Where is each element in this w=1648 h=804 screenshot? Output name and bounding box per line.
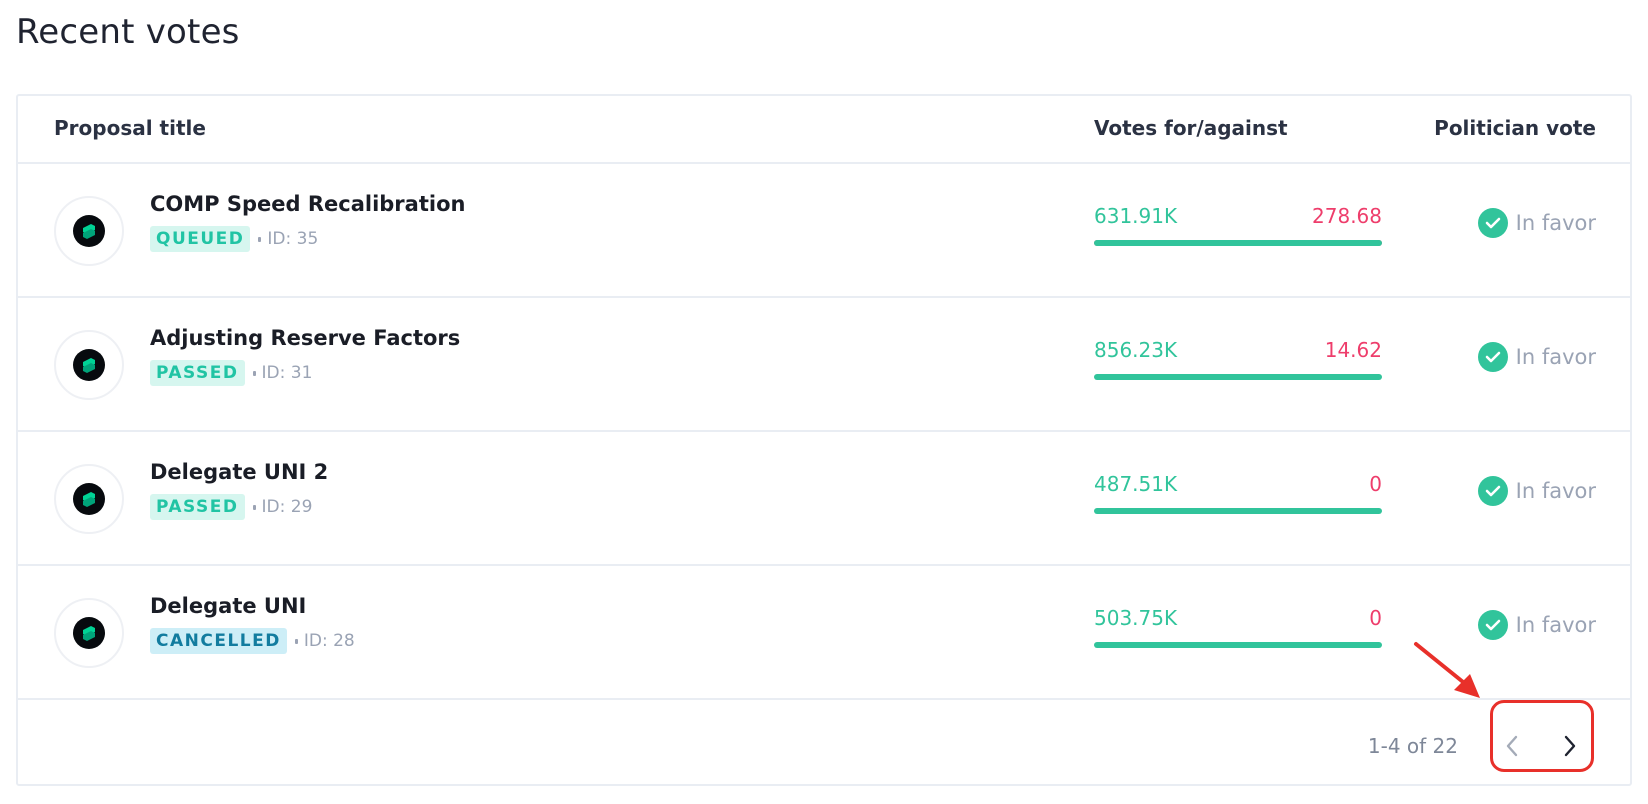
votes-against: 14.62 bbox=[1324, 338, 1382, 362]
separator-dot bbox=[258, 236, 262, 242]
proposal-id: ID: 29 bbox=[261, 497, 313, 517]
separator-dot bbox=[294, 638, 298, 644]
page-title: Recent votes bbox=[16, 12, 240, 52]
annotation-arrow bbox=[1414, 642, 1480, 698]
table-row[interactable]: Adjusting Reserve Factors PASSED ID: 31 … bbox=[18, 298, 1630, 432]
politician-vote-label: In favor bbox=[1515, 211, 1596, 235]
votes-for: 856.23K bbox=[1094, 338, 1178, 362]
separator-dot bbox=[252, 370, 256, 376]
votes-for: 631.91K bbox=[1094, 204, 1178, 228]
compound-logo-icon bbox=[73, 617, 105, 649]
status-badge: CANCELLED bbox=[150, 628, 287, 654]
check-circle-icon bbox=[1477, 610, 1508, 640]
check-circle-icon bbox=[1477, 342, 1508, 372]
votes-against: 0 bbox=[1369, 606, 1382, 630]
compound-logo-icon bbox=[73, 483, 105, 515]
compound-logo-icon bbox=[73, 215, 105, 247]
votes-against: 278.68 bbox=[1312, 204, 1382, 228]
separator-dot bbox=[252, 504, 256, 510]
votes-for-against: 503.75K 0 bbox=[1094, 606, 1382, 648]
politician-vote-label: In favor bbox=[1515, 479, 1596, 503]
status-badge: PASSED bbox=[150, 494, 245, 520]
votes-bar bbox=[1094, 240, 1382, 246]
table-row[interactable]: Delegate UNI CANCELLED ID: 28 503.75K 0 … bbox=[18, 566, 1630, 700]
proposal-id: ID: 28 bbox=[303, 631, 355, 651]
votes-for-against: 487.51K 0 bbox=[1094, 472, 1382, 514]
check-circle-icon bbox=[1477, 208, 1508, 238]
avatar bbox=[54, 196, 124, 266]
votes-bar bbox=[1094, 508, 1382, 514]
votes-against: 0 bbox=[1369, 472, 1382, 496]
votes-for: 503.75K bbox=[1094, 606, 1178, 630]
politician-vote-label: In favor bbox=[1515, 613, 1596, 637]
votes-bar-fill bbox=[1094, 240, 1382, 246]
votes-bar bbox=[1094, 374, 1382, 380]
pagination-range: 1-4 of 22 bbox=[1367, 734, 1458, 758]
avatar bbox=[54, 330, 124, 400]
politician-vote: In favor bbox=[1477, 342, 1596, 372]
proposal-title[interactable]: Delegate UNI bbox=[150, 594, 306, 618]
votes-bar-fill bbox=[1094, 374, 1382, 380]
table-header: Proposal title Votes for/against Politic… bbox=[18, 96, 1630, 164]
proposal-title[interactable]: COMP Speed Recalibration bbox=[150, 192, 465, 216]
votes-for-against: 631.91K 278.68 bbox=[1094, 204, 1382, 246]
votes-bar bbox=[1094, 642, 1382, 648]
avatar bbox=[54, 598, 124, 668]
header-politician-vote: Politician vote bbox=[1434, 116, 1596, 140]
politician-vote: In favor bbox=[1477, 610, 1596, 640]
votes-for-against: 856.23K 14.62 bbox=[1094, 338, 1382, 380]
table-row[interactable]: COMP Speed Recalibration QUEUED ID: 35 6… bbox=[18, 164, 1630, 298]
avatar bbox=[54, 464, 124, 534]
votes-for: 487.51K bbox=[1094, 472, 1178, 496]
header-votes: Votes for/against bbox=[1094, 116, 1288, 140]
votes-bar-fill bbox=[1094, 508, 1382, 514]
votes-bar-fill bbox=[1094, 642, 1382, 648]
compound-logo-icon bbox=[73, 349, 105, 381]
pagination-highlight bbox=[1490, 700, 1594, 772]
table-row[interactable]: Delegate UNI 2 PASSED ID: 29 487.51K 0 I… bbox=[18, 432, 1630, 566]
proposal-title[interactable]: Adjusting Reserve Factors bbox=[150, 326, 460, 350]
politician-vote-label: In favor bbox=[1515, 345, 1596, 369]
proposal-id: ID: 35 bbox=[267, 229, 319, 249]
header-proposal-title: Proposal title bbox=[54, 116, 206, 140]
proposal-title[interactable]: Delegate UNI 2 bbox=[150, 460, 328, 484]
votes-table: Proposal title Votes for/against Politic… bbox=[16, 94, 1632, 786]
proposal-id: ID: 31 bbox=[261, 363, 313, 383]
table-footer: 1-4 of 22 bbox=[18, 700, 1630, 786]
status-badge: PASSED bbox=[150, 360, 245, 386]
status-badge: QUEUED bbox=[150, 226, 251, 252]
check-circle-icon bbox=[1477, 476, 1508, 506]
politician-vote: In favor bbox=[1477, 208, 1596, 238]
politician-vote: In favor bbox=[1477, 476, 1596, 506]
